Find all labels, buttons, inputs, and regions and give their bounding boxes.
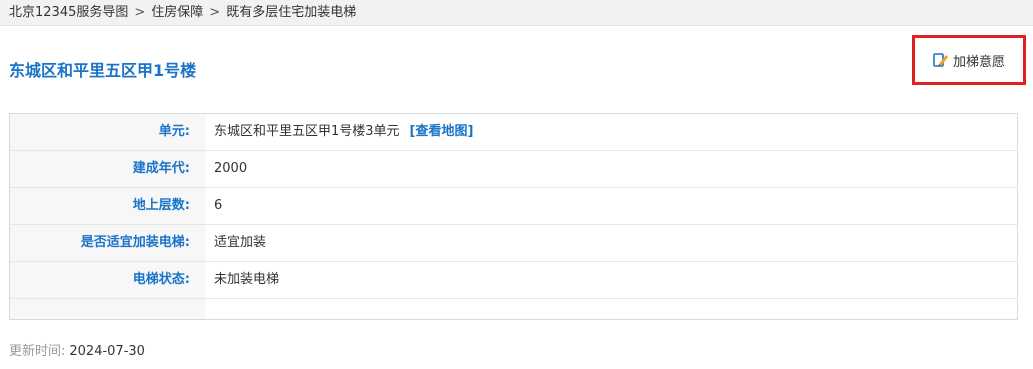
elevator-intent-button[interactable]: 加梯意愿 — [933, 50, 1005, 70]
info-row-unit: 单元: 东城区和平里五区甲1号楼3单元 [查看地图] — [10, 114, 1017, 151]
breadcrumb: 北京12345服务导图 > 住房保障 > 既有多层住宅加装电梯 — [0, 0, 1033, 26]
edit-pen-icon — [933, 53, 948, 67]
info-row-build-year: 建成年代: 2000 — [10, 151, 1017, 188]
info-value: 适宜加装 — [214, 235, 267, 250]
info-row-floors: 地上层数: 6 — [10, 188, 1017, 225]
view-map-link[interactable]: [查看地图] — [410, 124, 474, 139]
info-value: 6 — [214, 198, 223, 213]
info-value: 未加装电梯 — [214, 272, 280, 287]
info-row-elevator-status: 电梯状态: 未加装电梯 — [10, 262, 1017, 299]
info-row-suitable: 是否适宜加装电梯: 适宜加装 — [10, 225, 1017, 262]
info-label: 地上层数: — [10, 188, 206, 224]
update-time: 更新时间: 2024-07-30 — [9, 340, 145, 359]
page-title: 东城区和平里五区甲1号楼 — [9, 61, 197, 80]
building-info-panel: 单元: 东城区和平里五区甲1号楼3单元 [查看地图] 建成年代: 2000 地上层… — [9, 113, 1018, 320]
info-label: 电梯状态: — [10, 262, 206, 298]
unit-value: 东城区和平里五区甲1号楼3单元 — [214, 124, 400, 139]
breadcrumb-home[interactable]: 北京12345服务导图 — [9, 5, 128, 20]
info-label: 是否适宜加装电梯: — [10, 225, 206, 261]
apply-highlight-box: 加梯意愿 — [912, 35, 1026, 85]
empty-row-fill — [10, 299, 206, 319]
info-label: 单元: — [10, 114, 206, 150]
breadcrumb-separator: > — [209, 5, 221, 20]
update-time-label: 更新时间: — [9, 344, 66, 359]
info-label: 建成年代: — [10, 151, 206, 187]
info-value: 2000 — [214, 161, 248, 176]
elevator-intent-label: 加梯意愿 — [953, 54, 1006, 70]
update-time-value: 2024-07-30 — [69, 344, 145, 359]
breadcrumb-separator: > — [134, 5, 146, 20]
breadcrumb-housing[interactable]: 住房保障 — [151, 5, 203, 20]
breadcrumb-elevator[interactable]: 既有多层住宅加装电梯 — [226, 5, 356, 20]
info-value: 东城区和平里五区甲1号楼3单元 [查看地图] — [214, 114, 473, 150]
